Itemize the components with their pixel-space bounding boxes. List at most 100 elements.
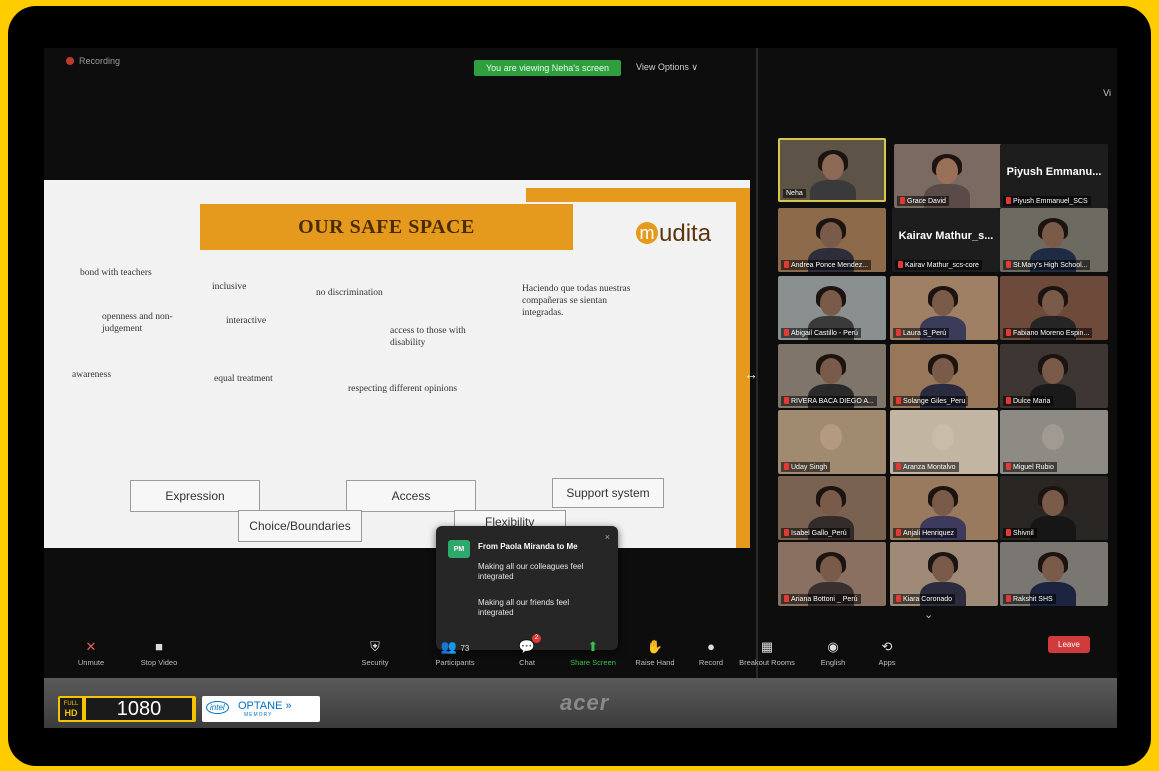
grid-icon: ▦ (760, 639, 774, 654)
muted-mic-icon (896, 463, 901, 470)
participant-name-text: Abigail Castillo - Perú (791, 330, 858, 337)
participant-face (1042, 290, 1064, 316)
record-label: Record (698, 658, 724, 667)
participant-name-text: Kiara Coronado (903, 596, 953, 603)
participant-tile[interactable]: Piyush Emmanu... Piyush Emmanuel_SCS (1000, 144, 1108, 208)
participant-name: St.Mary's High School... (1003, 260, 1091, 270)
apps-button[interactable]: ⟲ Apps (852, 638, 922, 667)
participant-face (932, 424, 954, 450)
participant-face (822, 154, 844, 180)
meeting-toolbar: ✕ Unmute ■ Stop Video ⛨ Security 👥 73 Pa… (44, 628, 1117, 678)
participant-tile[interactable]: Isabel Gallo_Perú (778, 476, 886, 540)
view-options-button[interactable]: View Options ∨ (636, 62, 698, 73)
word-no-discrimination: no discrimination (316, 288, 383, 298)
slide-title: OUR SAFE SPACE (298, 215, 475, 238)
stop-video-button[interactable]: ■ Stop Video (124, 638, 194, 667)
muted-mic-icon (896, 529, 901, 536)
mudita-logo: m udita (636, 220, 711, 248)
muted-mic-icon (898, 261, 903, 268)
leave-button[interactable]: Leave (1048, 636, 1090, 653)
participant-face (1042, 222, 1064, 248)
breakout-rooms-label: Breakout Rooms (739, 658, 795, 667)
participant-tile[interactable]: Rakshit SHS (1000, 542, 1108, 606)
recording-indicator[interactable]: Recording (66, 56, 120, 66)
participant-face (820, 424, 842, 450)
muted-mic-icon (1006, 261, 1011, 268)
unmute-button[interactable]: ✕ Unmute (56, 638, 126, 667)
participant-tile[interactable]: Ariana Bottoni _ Perú (778, 542, 886, 606)
box-access: Access (346, 480, 476, 512)
people-icon: 👥 73 (440, 639, 470, 654)
muted-mic-icon (784, 397, 789, 404)
participant-face (1042, 358, 1064, 384)
muted-mic-icon (784, 329, 789, 336)
participant-tile[interactable]: Grace David (894, 144, 1002, 208)
view-button[interactable]: Vi (1103, 88, 1111, 98)
participant-name: Dulce Maria (1003, 396, 1054, 406)
participant-name: Piyush Emmanuel_SCS (1003, 196, 1091, 206)
participant-face (820, 222, 842, 248)
full-hd-sticker: FULL HD 1080 (58, 696, 196, 722)
intel-logo: intel (206, 701, 229, 714)
participant-tile[interactable]: Anjali Henriquez (890, 476, 998, 540)
resize-handle-icon[interactable]: ↔ (744, 366, 758, 382)
participant-body (1030, 516, 1076, 540)
intel-optane-sticker: intel OPTANE » MEMORY (202, 696, 320, 722)
participant-name-text: Neha (786, 190, 803, 197)
participant-tile[interactable]: Dulce Maria (1000, 344, 1108, 408)
participant-name: Ariana Bottoni _ Perú (781, 594, 861, 604)
muted-mic-icon (896, 397, 901, 404)
word-awareness: awareness (72, 370, 112, 380)
muted-mic-icon (784, 463, 789, 470)
participant-name: Aranza Montalvo (893, 462, 959, 472)
participant-name: Miguel Rubio (1003, 462, 1057, 472)
participants-button[interactable]: 👥 73 Participants (420, 638, 490, 667)
participant-tile[interactable]: Solange Giles_Peru (890, 344, 998, 408)
participant-tile[interactable]: Laura S_Perú (890, 276, 998, 340)
participant-tile[interactable]: Abigail Castillo - Perú (778, 276, 886, 340)
raise-hand-label: Raise Hand (635, 658, 675, 667)
participant-name-text: Laura S_Perú (903, 330, 947, 337)
participant-face (932, 290, 954, 316)
participant-tile[interactable]: St.Mary's High School... (1000, 208, 1108, 272)
participant-name: Rakshit SHS (1003, 594, 1056, 604)
participant-name: RIVERA BACA DIEGO A... (781, 396, 877, 406)
chat-button[interactable]: 💬 Chat (492, 638, 562, 667)
participant-tile[interactable]: Uday Singh (778, 410, 886, 474)
participant-name: Uday Singh (781, 462, 831, 472)
participant-big-name: Piyush Emmanu... (1006, 166, 1102, 178)
security-button[interactable]: ⛨ Security (340, 638, 410, 667)
participant-tile[interactable]: Andrea Ponce Mendez... (778, 208, 886, 272)
participant-tile[interactable]: Neha (778, 138, 886, 202)
participant-name: Grace David (897, 196, 949, 206)
close-icon[interactable]: × (605, 532, 610, 542)
participant-face (820, 358, 842, 384)
breakout-rooms-button[interactable]: ▦ Breakout Rooms (732, 638, 802, 667)
participant-name: Solange Giles_Peru (893, 396, 969, 406)
box-support-system: Support system (552, 478, 664, 508)
share-screen-button[interactable]: ⬆ Share Screen (558, 638, 628, 667)
recording-label: Recording (79, 56, 121, 66)
word-haciendo: Haciendo que todas nuestras compañeras s… (522, 284, 631, 318)
participants-count: 73 (460, 644, 470, 653)
participant-tile[interactable]: Kiara Coronado (890, 542, 998, 606)
chat-unread-badge: 2 (532, 634, 541, 643)
participant-tile[interactable]: Fabiano Moreno Espin... (1000, 276, 1108, 340)
chat-message: Making all our colleagues feel integrate… (478, 562, 584, 582)
participant-tile[interactable]: Kairav Mathur_s... Kairav Mathur_scs-cor… (892, 208, 1000, 272)
slide-title-banner: OUR SAFE SPACE (200, 204, 573, 250)
muted-mic-icon (1006, 529, 1011, 536)
participant-tile[interactable]: Miguel Rubio (1000, 410, 1108, 474)
participants-label: Participants (435, 658, 475, 667)
participant-name: Isabel Gallo_Perú (781, 528, 850, 538)
participant-name-text: Aranza Montalvo (903, 464, 956, 471)
participant-name: Kiara Coronado (893, 594, 956, 604)
participant-tile[interactable]: Shivnil (1000, 476, 1108, 540)
participant-tile[interactable]: RIVERA BACA DIEGO A... (778, 344, 886, 408)
sticker-hd-text: HD (64, 708, 78, 718)
participant-tile[interactable]: Aranza Montalvo (890, 410, 998, 474)
gallery-next-page-icon[interactable]: ⌄ (924, 608, 933, 621)
muted-mic-icon (896, 329, 901, 336)
split-divider[interactable] (756, 48, 758, 678)
word-respecting: respecting different opinions (348, 384, 458, 394)
